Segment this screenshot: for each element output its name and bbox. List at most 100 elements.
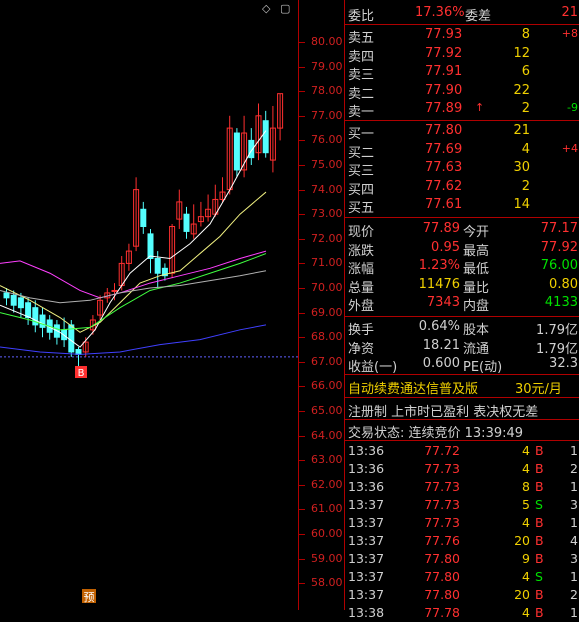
- bid-row-label: 买三: [348, 164, 375, 180]
- bid-row-volume: 14: [513, 197, 530, 213]
- status-row: 交易状态: 连续竞价 13:39:49: [345, 421, 579, 441]
- trade-time: 13:37: [348, 551, 385, 566]
- trade-row: 13:37 77.80 20 B 2: [345, 586, 579, 604]
- quote-value: 0.95: [431, 239, 460, 255]
- trade-side: B: [535, 605, 544, 620]
- candle-body: [3, 292, 10, 299]
- trade-volume: 20: [514, 533, 530, 548]
- trade-row: 13:38 77.78 4 B 1: [345, 604, 579, 622]
- notice-row: 注册制 上市时已盈利 表决权无差: [345, 400, 579, 420]
- trade-volume: 4: [522, 515, 530, 530]
- promo-link[interactable]: 自动续费通达信普及版: [348, 378, 478, 397]
- trade-row: 13:36 77.72 4 B 1: [345, 442, 579, 460]
- divider: [345, 316, 579, 317]
- candle-body: [154, 257, 161, 274]
- quote-label: 外盘: [348, 299, 375, 315]
- quote-value: 7343: [426, 295, 460, 311]
- trade-time: 13:37: [348, 515, 385, 530]
- trade-price: 77.73: [424, 497, 460, 512]
- trade-count: 3: [570, 497, 578, 512]
- quote-label: 内盘: [463, 299, 490, 315]
- quote-panel: 委比 17.36% 委差 21 卖五 77.93 8 +8 卖四 77.92 12 卖三 77.91 6 卖…: [344, 0, 579, 620]
- trade-side: S: [535, 497, 543, 512]
- trade-count: 1: [570, 443, 578, 458]
- ask-row: 卖四 77.92 12: [345, 45, 579, 65]
- ask-row: 卖三 77.91 6: [345, 63, 579, 83]
- quote-label: 最高: [463, 243, 490, 259]
- axis-tick: [299, 435, 305, 437]
- ask-row-change: +8: [561, 27, 578, 40]
- axis-tick: [299, 165, 305, 166]
- candlestick-chart[interactable]: B预: [0, 0, 298, 610]
- bid-row-price: 77.62: [425, 178, 463, 194]
- trade-price: 77.73: [424, 461, 460, 476]
- quote-value: 77.17: [540, 221, 578, 236]
- fundamental-label: 股本: [463, 323, 490, 338]
- axis-price-label: 66.00: [311, 379, 343, 393]
- axis-tick: [299, 337, 305, 339]
- axis-price-label: 74.00: [311, 182, 343, 196]
- ask-row-price: 77.89: [425, 101, 463, 117]
- quote-row: 总量 11476 量比 0.80: [345, 276, 579, 296]
- axis-price-label: 58.00: [311, 576, 343, 590]
- ask-row: 卖二 77.90 22: [345, 82, 579, 102]
- ask-row-price: 77.93: [425, 27, 463, 42]
- candle-body: [147, 233, 154, 259]
- trade-price: 77.73: [424, 515, 460, 530]
- quote-value: 77.92: [540, 239, 578, 255]
- trade-row: 13:37 77.73 4 B 1: [345, 514, 579, 532]
- axis-tick: [299, 66, 305, 68]
- axis-tick: [299, 484, 305, 486]
- diff-label: 委差: [465, 9, 492, 24]
- candle-body: [233, 132, 240, 171]
- fundamental-label: 换手: [348, 323, 375, 338]
- axis-price-label: 63.00: [311, 453, 343, 467]
- axis-tick: [299, 42, 305, 43]
- trade-count: 2: [570, 587, 578, 602]
- trade-price: 77.73: [424, 479, 460, 494]
- axis-price-label: 68.00: [311, 330, 343, 344]
- pre-marker-label: 预: [84, 591, 95, 604]
- trade-row: 13:37 77.80 4 S 1: [345, 568, 579, 586]
- diamond-icon[interactable]: ◇: [262, 2, 270, 15]
- trade-side: B: [535, 587, 544, 602]
- order-ratio-row: 委比 17.36% 委差 21: [345, 4, 579, 24]
- window-menu-icon[interactable]: ▢: [280, 2, 290, 15]
- candle-body: [10, 294, 17, 306]
- fundamental-row: 收益(一) 0.600 PE(动) 32.3: [345, 355, 579, 375]
- fundamental-value: 0.600: [422, 356, 460, 372]
- quote-value: 0.80: [549, 276, 578, 292]
- quote-row: 现价 77.89 今开 77.17: [345, 220, 579, 240]
- axis-tick: [299, 115, 305, 117]
- trade-side: B: [535, 533, 544, 548]
- ask-row-price: 77.92: [425, 45, 463, 61]
- trade-time: 13:37: [348, 587, 385, 602]
- axis-price-label: 75.00: [311, 158, 343, 171]
- trade-row: 13:37 77.80 9 B 3: [345, 550, 579, 568]
- axis-tick: [299, 534, 305, 535]
- trade-price: 77.78: [424, 605, 460, 620]
- trade-row: 13:36 77.73 8 B 1: [345, 478, 579, 496]
- fundamental-row: 换手 0.64% 股本 1.79亿: [345, 318, 579, 338]
- axis-price-label: 72.00: [311, 231, 343, 245]
- bid-row-change: +4: [561, 141, 578, 155]
- trade-volume: 8: [522, 479, 530, 494]
- axis-tick: [299, 411, 305, 412]
- axis-tick: [299, 583, 305, 585]
- promo-price[interactable]: 30元/月: [515, 378, 562, 397]
- axis-price-label: 70.00: [311, 281, 343, 294]
- fundamental-value: 32.3: [549, 356, 578, 372]
- bid-row: 买四 77.62 2: [345, 178, 579, 198]
- axis-tick: [299, 140, 305, 142]
- candle-body: [39, 314, 46, 328]
- trade-side: B: [535, 443, 544, 458]
- axis-tick: [299, 288, 305, 289]
- quote-value: 76.00: [540, 258, 578, 274]
- trade-price: 77.80: [424, 569, 460, 584]
- axis-price-label: 62.00: [311, 477, 343, 491]
- ask-row-volume: 6: [521, 64, 530, 80]
- axis-price-label: 73.00: [311, 207, 343, 221]
- quote-value: 1.23%: [418, 258, 460, 274]
- bid-row: 买一 77.80 21: [345, 122, 579, 142]
- trade-count: 4: [570, 533, 578, 548]
